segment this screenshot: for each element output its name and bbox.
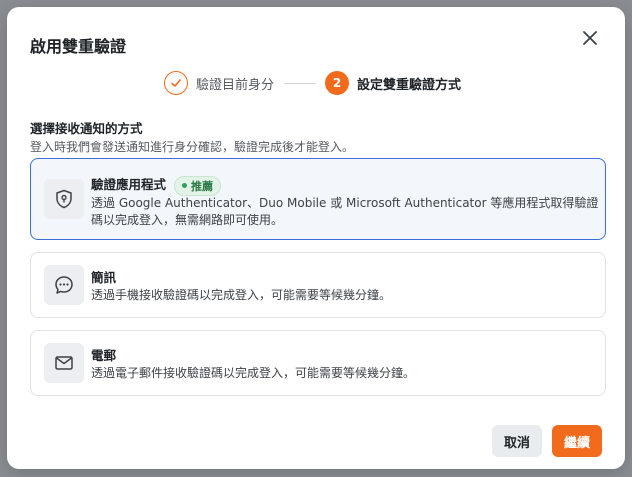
- dialog-title: 啟用雙重驗證: [30, 37, 127, 56]
- recommended-badge: 推薦: [174, 175, 222, 196]
- two-factor-dialog: 啟用雙重驗證 驗證目前身分 2 設定雙重驗證方式 選擇接收通知的方式 登入時我們…: [7, 7, 625, 469]
- option-title: 驗證應用程式 推薦: [91, 174, 222, 196]
- option-sms[interactable]: 簡訊 透過手機接收驗證碼以完成登入，可能需要等候幾分鐘。: [30, 252, 606, 318]
- option-authenticator-app[interactable]: 驗證應用程式 推薦 透過 Google Authenticator、Duo Mob…: [30, 158, 606, 240]
- option-title: 電郵: [91, 348, 117, 363]
- option-title-text: 驗證應用程式: [91, 177, 167, 192]
- step-2-number: 2: [325, 71, 350, 95]
- section-title: 選擇接收通知的方式: [30, 121, 143, 136]
- option-title: 簡訊: [91, 270, 117, 285]
- badge-dot-icon: [182, 183, 188, 188]
- cancel-button[interactable]: 取消: [492, 425, 542, 457]
- option-description: 透過 Google Authenticator、Duo Mobile 或 Mic…: [91, 196, 599, 227]
- badge-label: 推薦: [191, 179, 214, 193]
- mail-icon: [44, 343, 84, 383]
- chat-bubble-icon: [44, 265, 84, 305]
- continue-button[interactable]: 繼續: [552, 425, 602, 457]
- option-description: 透過電子郵件接收驗證碼以完成登入，可能需要等候幾分鐘。: [91, 366, 416, 380]
- close-icon[interactable]: [579, 27, 601, 49]
- step-1-label: 驗證目前身分: [196, 77, 275, 93]
- step-2-label: 設定雙重驗證方式: [357, 77, 462, 93]
- shield-lock-icon: [44, 179, 84, 219]
- step-1-check-icon: [164, 71, 188, 95]
- stepper: 驗證目前身分 2 設定雙重驗證方式: [164, 70, 461, 96]
- section-description: 登入時我們會發送通知進行身分確認，驗證完成後才能登入。: [30, 140, 355, 154]
- option-description: 透過手機接收驗證碼以完成登入，可能需要等候幾分鐘。: [91, 288, 392, 302]
- stepper-connector: [284, 82, 317, 84]
- option-email[interactable]: 電郵 透過電子郵件接收驗證碼以完成登入，可能需要等候幾分鐘。: [30, 330, 606, 396]
